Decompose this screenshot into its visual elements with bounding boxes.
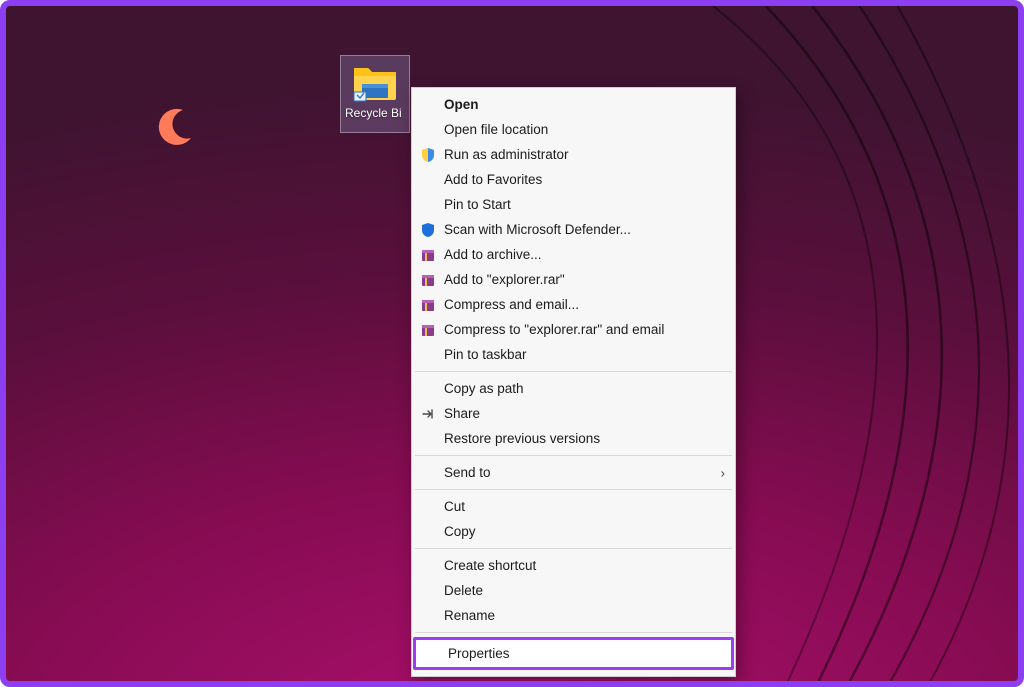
- menu-item-open-file-location[interactable]: Open file location: [412, 117, 735, 142]
- menu-item-copy[interactable]: Copy: [412, 519, 735, 544]
- menu-item-rename[interactable]: Rename: [412, 603, 735, 628]
- menu-item-label: Rename: [444, 608, 495, 623]
- desktop-icon-recycle-bin[interactable]: Recycle Bi: [340, 55, 410, 133]
- menu-item-cut[interactable]: Cut: [412, 494, 735, 519]
- menu-separator: [415, 489, 732, 490]
- menu-item-scan-defender[interactable]: Scan with Microsoft Defender...: [412, 217, 735, 242]
- menu-item-label: Pin to Start: [444, 197, 511, 212]
- menu-item-label: Copy as path: [444, 381, 524, 396]
- menu-item-share[interactable]: Share: [412, 401, 735, 426]
- menu-item-label: Compress to "explorer.rar" and email: [444, 322, 664, 337]
- menu-item-open[interactable]: Open: [412, 92, 735, 117]
- menu-item-compress-email[interactable]: Compress and email...: [412, 292, 735, 317]
- menu-item-label: Scan with Microsoft Defender...: [444, 222, 631, 237]
- moon-icon: [151, 104, 197, 150]
- menu-item-label: Run as administrator: [444, 147, 569, 162]
- menu-item-label: Restore previous versions: [444, 431, 600, 446]
- menu-item-add-to-rar[interactable]: Add to "explorer.rar": [412, 267, 735, 292]
- menu-item-label: Copy: [444, 524, 476, 539]
- menu-item-delete[interactable]: Delete: [412, 578, 735, 603]
- menu-item-label: Add to archive...: [444, 247, 542, 262]
- menu-item-label: Compress and email...: [444, 297, 579, 312]
- menu-item-label: Properties: [448, 646, 510, 661]
- menu-item-label: Create shortcut: [444, 558, 536, 573]
- desktop-frame: Recycle Bi Open Open file location Run a…: [0, 0, 1024, 687]
- menu-item-label: Add to "explorer.rar": [444, 272, 565, 287]
- menu-item-label: Open: [444, 97, 479, 112]
- menu-item-label: Cut: [444, 499, 465, 514]
- menu-item-add-to-archive[interactable]: Add to archive...: [412, 242, 735, 267]
- menu-item-label: Send to: [444, 465, 491, 480]
- menu-item-label: Share: [444, 406, 480, 421]
- highlight-annotation: Properties: [413, 637, 734, 670]
- shield-admin-icon: [420, 147, 436, 163]
- defender-shield-icon: [420, 222, 436, 238]
- menu-item-label: Delete: [444, 583, 483, 598]
- menu-separator: [415, 371, 732, 372]
- menu-item-restore-previous[interactable]: Restore previous versions: [412, 426, 735, 451]
- menu-separator: [415, 455, 732, 456]
- archive-icon: [420, 322, 436, 338]
- menu-item-label: Add to Favorites: [444, 172, 542, 187]
- archive-icon: [420, 272, 436, 288]
- context-menu: Open Open file location Run as administr…: [411, 87, 736, 677]
- archive-icon: [420, 297, 436, 313]
- menu-item-label: Open file location: [444, 122, 548, 137]
- share-icon: [420, 406, 436, 422]
- chevron-right-icon: ›: [721, 465, 725, 480]
- menu-item-pin-to-start[interactable]: Pin to Start: [412, 192, 735, 217]
- menu-item-compress-rar-email[interactable]: Compress to "explorer.rar" and email: [412, 317, 735, 342]
- menu-item-add-favorites[interactable]: Add to Favorites: [412, 167, 735, 192]
- archive-icon: [420, 247, 436, 263]
- menu-separator: [415, 548, 732, 549]
- menu-item-send-to[interactable]: Send to ›: [412, 460, 735, 485]
- menu-separator: [415, 632, 732, 633]
- menu-item-copy-as-path[interactable]: Copy as path: [412, 376, 735, 401]
- menu-item-run-as-admin[interactable]: Run as administrator: [412, 142, 735, 167]
- menu-item-pin-to-taskbar[interactable]: Pin to taskbar: [412, 342, 735, 367]
- menu-item-label: Pin to taskbar: [444, 347, 527, 362]
- desktop-icon-label: Recycle Bi: [345, 106, 405, 120]
- folder-icon: [352, 62, 398, 102]
- menu-item-properties[interactable]: Properties: [416, 640, 731, 667]
- menu-item-create-shortcut[interactable]: Create shortcut: [412, 553, 735, 578]
